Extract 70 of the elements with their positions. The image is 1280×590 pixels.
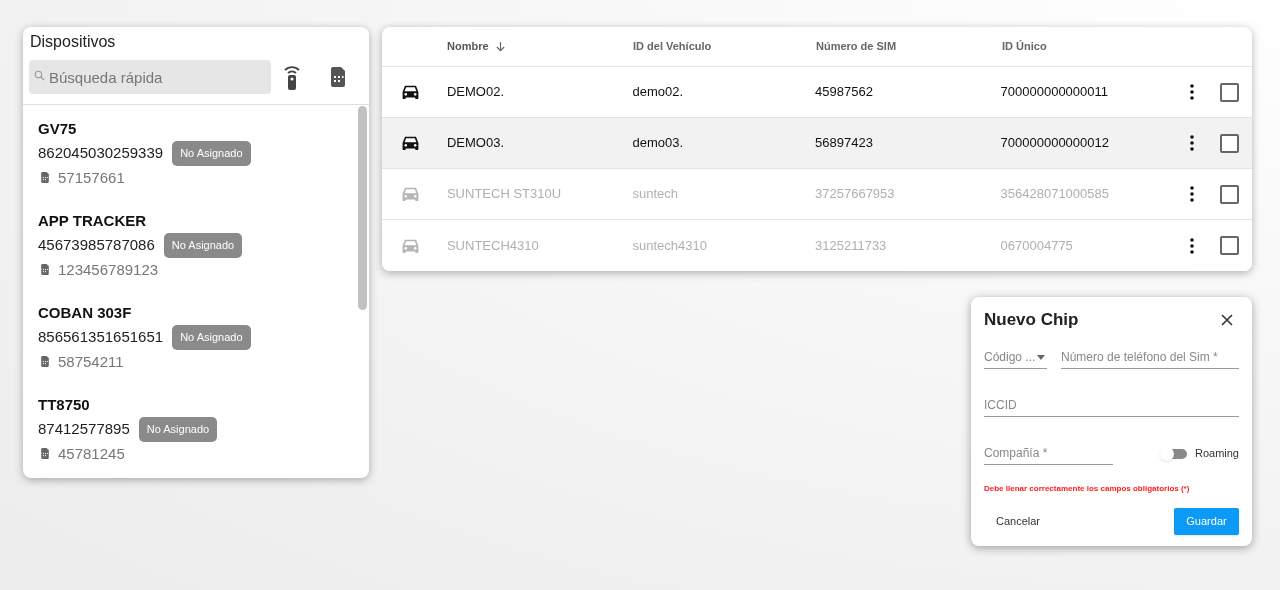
status-badge: No Asignado xyxy=(172,141,251,166)
column-header[interactable]: ID del Vehículo xyxy=(633,38,712,55)
panel-title: Dispositivos xyxy=(29,32,117,52)
car-icon xyxy=(401,84,420,100)
table-cell-text: 3125211733 xyxy=(815,236,888,255)
sim-number: 57157661 xyxy=(58,167,125,188)
sim-number: 123456789123 xyxy=(58,259,159,280)
table-cell-text: suntech xyxy=(632,185,680,204)
table-cell-text: 356428071000585 xyxy=(1000,185,1110,204)
car-icon xyxy=(401,186,420,202)
country-code-select[interactable]: Código ... xyxy=(984,346,1047,369)
car-icon xyxy=(401,135,420,151)
checkbox[interactable] xyxy=(1220,133,1239,153)
table-row[interactable]: DEMO03. demo03. 56897423 700000000000012 xyxy=(382,118,1252,169)
table-cell-text: SUNTECH ST310U xyxy=(446,185,563,204)
sim-number: 45781245 xyxy=(58,443,125,464)
sim-number: 58754211 xyxy=(58,351,124,372)
sim-card-icon xyxy=(39,171,51,185)
sim-card-icon xyxy=(39,447,51,461)
car-icon xyxy=(401,237,420,254)
table-cell-text: 700000000000011 xyxy=(1000,83,1110,102)
dialog-title: Nuevo Chip xyxy=(984,309,1079,331)
device-name: GV75 xyxy=(38,119,78,139)
device-list-item[interactable]: GV75 862045030259339 No Asignado 57157661 xyxy=(38,119,358,189)
device-imei: 45673985787086 xyxy=(38,235,155,255)
sim-card-icon xyxy=(39,355,51,369)
device-imei: 87412577895 xyxy=(38,419,130,439)
table-cell-text: 0670004775 xyxy=(1000,236,1074,255)
roaming-label: Roaming xyxy=(1194,446,1239,462)
cancel-button[interactable]: Cancelar xyxy=(984,507,1053,535)
table-cell-text: demo02. xyxy=(632,83,685,102)
iccid-field[interactable]: ICCID xyxy=(984,394,1239,417)
table-cell-text: 45987562 xyxy=(815,83,874,102)
search-field[interactable]: Búsqueda rápida xyxy=(29,60,271,94)
status-badge: No Asignado xyxy=(138,417,218,442)
scrollbar-thumb[interactable] xyxy=(358,106,367,310)
column-header[interactable]: ID Único xyxy=(1002,38,1047,55)
phone-number-field[interactable]: Número de teléfono del Sim * xyxy=(1061,346,1239,369)
checkbox[interactable] xyxy=(1220,82,1239,102)
error-message: Debe llenar correctamente los campos obligatorios (*) xyxy=(984,482,1191,495)
device-imei: 862045030259339 xyxy=(38,143,164,163)
device-name: COBAN 303F xyxy=(38,303,133,323)
table-cell-text: demo03. xyxy=(632,134,685,153)
column-header[interactable]: Número de SIM xyxy=(816,38,897,55)
table-row[interactable]: DEMO02. demo02. 45987562 700000000000011 xyxy=(382,67,1252,118)
table-cell-text: 56897423 xyxy=(815,134,874,153)
device-name: APP TRACKER xyxy=(38,211,148,231)
table-cell-text: suntech4310 xyxy=(632,236,708,255)
table-cell-text: 37257667953 xyxy=(815,185,896,204)
caret-down-icon xyxy=(1037,354,1045,360)
sim-card-icon xyxy=(39,263,51,277)
device-list-item[interactable]: COBAN 303F 856561351651651 No Asignado 58754211 xyxy=(38,303,358,373)
company-field[interactable]: Compañía * xyxy=(984,442,1113,465)
search-icon xyxy=(33,69,46,82)
table-cell-text: DEMO03. xyxy=(446,134,506,153)
roaming-toggle[interactable] xyxy=(1159,446,1188,461)
device-list-item[interactable]: TT8750 87412577895 No Asignado 45781245 xyxy=(38,395,358,465)
more-vertical-icon[interactable] xyxy=(1190,84,1195,100)
close-icon[interactable] xyxy=(1221,313,1233,326)
arrow-down-icon xyxy=(494,41,506,52)
status-badge: No Asignado xyxy=(172,325,251,350)
table-cell-text: DEMO02. xyxy=(446,83,506,102)
more-vertical-icon[interactable] xyxy=(1190,135,1195,151)
device-list-item[interactable]: APP TRACKER 45673985787086 No Asignado 123456789123 xyxy=(38,211,358,281)
status-badge: No Asignado xyxy=(163,233,243,258)
table-cell-text: 700000000000012 xyxy=(1000,134,1110,153)
device-name: TT8750 xyxy=(38,395,91,415)
table-cell-text: SUNTECH4310 xyxy=(446,236,540,255)
device-imei: 856561351651651 xyxy=(38,327,164,347)
column-header[interactable]: Nombre xyxy=(447,38,489,55)
